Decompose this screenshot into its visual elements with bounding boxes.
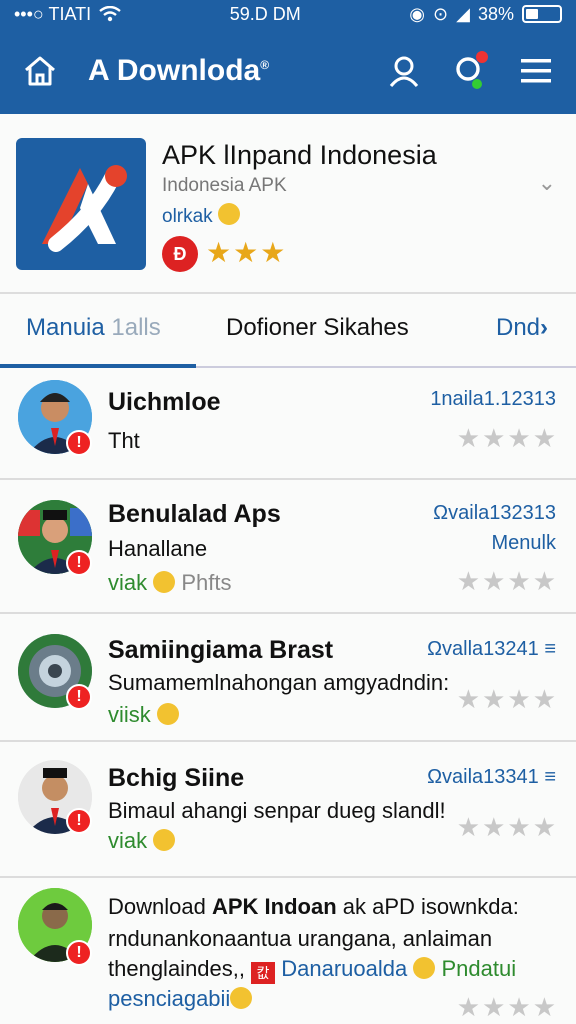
item-meta: 1naila1.12313 bbox=[430, 388, 556, 410]
item-meta: Ωvalla13241 ≡ bbox=[427, 638, 556, 660]
app-badge: Đ bbox=[162, 236, 198, 272]
item-title: Benulalad Aps bbox=[108, 500, 281, 528]
item-description: Download APK Indoan ak aPD isownkda: bbox=[108, 894, 519, 919]
item-description-line-4: pesnciagabii bbox=[108, 986, 253, 1012]
alarm-icon: ◉ bbox=[409, 3, 426, 24]
battery-percent: 38% bbox=[477, 3, 514, 24]
home-icon bbox=[25, 56, 55, 86]
app-tag: olrkak bbox=[162, 203, 240, 228]
smile-emoji-icon bbox=[230, 987, 253, 1009]
item-title: Bchig Siine bbox=[108, 764, 245, 792]
item-tag: viak Phfts bbox=[108, 570, 232, 595]
item-rating-stars: ★★★★ bbox=[456, 812, 558, 842]
app-subtitle: Indonesia APK bbox=[162, 175, 287, 196]
chevron-right-icon: › bbox=[540, 314, 549, 341]
tab-dofioner-sikahes[interactable]: Dofioner Sikahes bbox=[226, 314, 409, 342]
item-tag: viak bbox=[108, 828, 176, 854]
app-card[interactable]: APK lInpand Indonesia Indonesia APK olrk… bbox=[0, 114, 576, 294]
clock: 59.D DM bbox=[229, 3, 301, 24]
item-description: Hanallane bbox=[108, 536, 208, 561]
item-description-line-3: thenglaindes,, 캆 Danaruoalda Pndatui bbox=[108, 956, 516, 984]
search-button[interactable] bbox=[448, 49, 492, 93]
carrier-text: •••○ TIATI bbox=[14, 3, 92, 24]
app-title: A Downloda® bbox=[88, 54, 270, 87]
online-dot bbox=[472, 79, 482, 89]
alert-badge: ! bbox=[66, 940, 92, 966]
item-rating-stars: ★★★★ bbox=[456, 423, 558, 453]
tab-dnd[interactable]: Dnd› bbox=[496, 314, 548, 342]
item-tag: viisk bbox=[108, 702, 179, 728]
chevron-down-icon[interactable]: ⌄ bbox=[538, 170, 556, 196]
item-meta: Ωvaila132313 bbox=[433, 502, 556, 524]
menu-button[interactable] bbox=[514, 49, 558, 93]
app-rating-stars: ★★★ bbox=[206, 237, 288, 268]
app-name: APK lInpand Indonesia bbox=[162, 140, 437, 170]
hamburger-icon bbox=[521, 59, 551, 83]
rotation-lock-icon: ⊙ bbox=[433, 3, 449, 24]
signal-icon: ◢ bbox=[456, 3, 470, 24]
alert-badge: ! bbox=[66, 550, 92, 576]
list-item[interactable]: ! Download APK Indoan ak aPD isownkda: r… bbox=[0, 878, 576, 1024]
item-description: Sumamemlnahongan amgyadndin: bbox=[108, 670, 450, 695]
wifi-icon bbox=[99, 6, 121, 22]
list-item[interactable]: ! Benulalad Aps Hanallane viak Phfts Ωva… bbox=[0, 480, 576, 614]
user-icon bbox=[389, 56, 419, 87]
list-item[interactable]: ! Uichmloe Tht 1naila1.12313 ★★★★ bbox=[0, 368, 576, 480]
battery-icon bbox=[521, 5, 562, 23]
list-item[interactable]: ! Samiingiama Brast Sumamemlnahongan amg… bbox=[0, 614, 576, 742]
item-description: Bimaul ahangi senpar dueg slandl! bbox=[108, 798, 446, 823]
account-button[interactable] bbox=[382, 49, 426, 93]
alert-badge: ! bbox=[66, 430, 92, 456]
alert-badge: ! bbox=[66, 808, 92, 834]
home-button[interactable] bbox=[18, 49, 62, 93]
list-item[interactable]: ! Bchig Siine Bimaul ahangi senpar dueg … bbox=[0, 742, 576, 878]
item-title: Samiingiama Brast bbox=[108, 636, 334, 664]
app-bar: A Downloda® bbox=[0, 28, 576, 114]
status-bar: •••○ TIATI 59.D DM ◉ ⊙ ◢ 38% bbox=[0, 0, 576, 28]
item-description: Tht bbox=[108, 428, 140, 453]
smile-emoji-icon bbox=[156, 703, 179, 725]
notification-dot bbox=[476, 51, 488, 63]
smile-emoji-icon bbox=[153, 571, 176, 593]
item-meta-secondary: Menulk bbox=[491, 532, 556, 554]
smile-emoji-icon bbox=[217, 203, 240, 225]
item-title: Uichmloe bbox=[108, 388, 221, 416]
app-logo bbox=[16, 138, 146, 270]
item-description-line-2: rndunankonaantua urangana, anlaiman bbox=[108, 926, 493, 951]
tab-bar: Manuia 1alls Dofioner Sikahes Dnd› bbox=[0, 294, 576, 368]
item-rating-stars: ★★★★ bbox=[456, 566, 558, 596]
smile-emoji-icon bbox=[153, 829, 176, 851]
smile-emoji-icon bbox=[413, 957, 436, 979]
item-rating-stars: ★★★★ bbox=[456, 992, 558, 1022]
item-rating-stars: ★★★★ bbox=[456, 684, 558, 714]
tab-manuia[interactable]: Manuia 1alls bbox=[26, 314, 161, 342]
alert-badge: ! bbox=[66, 684, 92, 710]
item-meta: Ωvaila13341 ≡ bbox=[427, 766, 556, 788]
